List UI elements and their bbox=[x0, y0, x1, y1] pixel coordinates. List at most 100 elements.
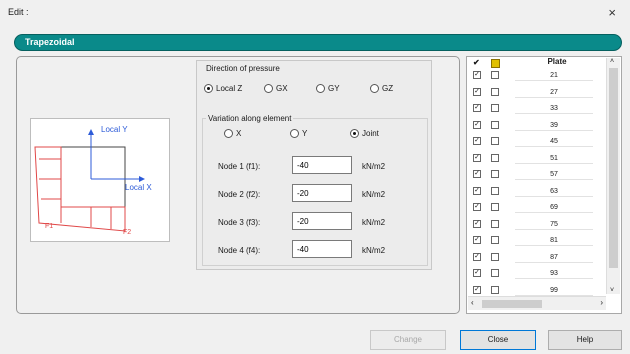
scroll-left-icon[interactable]: ‹ bbox=[471, 298, 474, 307]
radio-label: Local Z bbox=[216, 84, 243, 93]
plate-cell: 51 bbox=[515, 154, 593, 164]
row-plate-checkbox[interactable] bbox=[491, 285, 499, 294]
scroll-thumb[interactable] bbox=[609, 68, 618, 268]
plate-cell: 87 bbox=[515, 253, 593, 263]
radio-label: GY bbox=[328, 84, 340, 93]
variation-label: Variation along element bbox=[206, 114, 294, 123]
radio-dot[interactable] bbox=[204, 84, 213, 93]
plate-cell: 63 bbox=[515, 187, 593, 197]
plate-cell: 81 bbox=[515, 236, 593, 246]
table-row[interactable]: ✓ 27 bbox=[467, 87, 603, 98]
row-checkbox[interactable]: ✓ bbox=[473, 186, 481, 195]
row-plate-checkbox[interactable] bbox=[491, 104, 499, 112]
table-row[interactable]: ✓ 33 bbox=[467, 104, 603, 114]
close-icon[interactable]: × bbox=[608, 6, 616, 19]
radio-local-z[interactable]: Local Z bbox=[204, 84, 242, 93]
plate-cell: 45 bbox=[515, 137, 593, 147]
row-checkbox[interactable]: ✓ bbox=[473, 252, 481, 261]
row-plate-checkbox[interactable] bbox=[491, 186, 499, 195]
change-button[interactable]: Change bbox=[370, 330, 446, 350]
node-2-unit: kN/m2 bbox=[362, 190, 386, 199]
row-checkbox[interactable]: ✓ bbox=[473, 87, 481, 96]
plate-cell: 39 bbox=[515, 121, 593, 131]
check-column-header: ✔ bbox=[473, 58, 480, 67]
row-checkbox[interactable]: ✓ bbox=[473, 285, 481, 294]
plate-cell: 69 bbox=[515, 203, 593, 213]
radio-label: X bbox=[236, 129, 242, 138]
table-row[interactable]: ✓ 69 bbox=[467, 203, 603, 213]
vertical-scrollbar[interactable]: ˄ ˅ bbox=[606, 58, 620, 294]
row-checkbox[interactable]: ✓ bbox=[473, 137, 481, 145]
radio-dot[interactable] bbox=[370, 84, 379, 93]
row-checkbox[interactable]: ✓ bbox=[473, 104, 481, 112]
radio-gz[interactable]: GZ bbox=[370, 84, 393, 93]
radio-joint[interactable]: Joint bbox=[350, 129, 379, 138]
radio-dot[interactable] bbox=[350, 129, 359, 138]
table-row[interactable]: ✓ 93 bbox=[467, 269, 603, 279]
row-checkbox[interactable]: ✓ bbox=[473, 120, 481, 129]
row-plate-checkbox[interactable] bbox=[491, 252, 499, 261]
scroll-up-icon[interactable]: ˄ bbox=[610, 58, 614, 65]
node-2-input[interactable] bbox=[292, 184, 352, 202]
radio-x[interactable]: X bbox=[224, 129, 241, 138]
table-row[interactable]: ✓ 57 bbox=[467, 170, 603, 180]
row-checkbox[interactable]: ✓ bbox=[473, 203, 481, 211]
row-checkbox[interactable]: ✓ bbox=[473, 236, 481, 244]
radio-dot[interactable] bbox=[264, 84, 273, 93]
row-plate-checkbox[interactable] bbox=[491, 153, 499, 162]
table-row[interactable]: ✓ 21 bbox=[467, 71, 603, 81]
node-4-unit: kN/m2 bbox=[362, 246, 386, 255]
node-4-input[interactable] bbox=[292, 240, 352, 258]
radio-y[interactable]: Y bbox=[290, 129, 307, 138]
row-plate-checkbox[interactable] bbox=[491, 236, 499, 244]
row-plate-checkbox[interactable] bbox=[491, 71, 499, 79]
node-3-label: Node 3 (f3): bbox=[218, 218, 261, 227]
radio-gy[interactable]: GY bbox=[316, 84, 340, 93]
node-1-input[interactable] bbox=[292, 156, 352, 174]
help-button[interactable]: Help bbox=[548, 330, 622, 350]
row-checkbox[interactable]: ✓ bbox=[473, 269, 481, 277]
row-plate-checkbox[interactable] bbox=[491, 269, 499, 277]
row-checkbox[interactable]: ✓ bbox=[473, 153, 481, 162]
table-row[interactable]: ✓ 87 bbox=[467, 252, 603, 263]
radio-label: GX bbox=[276, 84, 288, 93]
row-checkbox[interactable]: ✓ bbox=[473, 219, 481, 228]
node-3-input[interactable] bbox=[292, 212, 352, 230]
row-checkbox[interactable]: ✓ bbox=[473, 170, 481, 178]
radio-dot[interactable] bbox=[290, 129, 299, 138]
f2-label: F2 bbox=[123, 229, 132, 236]
row-checkbox[interactable]: ✓ bbox=[473, 71, 481, 79]
table-row[interactable]: ✓ 75 bbox=[467, 219, 603, 230]
plate-cell: 33 bbox=[515, 104, 593, 114]
scroll-thumb[interactable] bbox=[482, 300, 542, 308]
row-plate-checkbox[interactable] bbox=[491, 203, 499, 211]
radio-label: Y bbox=[302, 129, 308, 138]
scroll-right-icon[interactable]: › bbox=[600, 298, 603, 307]
table-row[interactable]: ✓ 51 bbox=[467, 153, 603, 164]
row-plate-checkbox[interactable] bbox=[491, 170, 499, 178]
row-plate-checkbox[interactable] bbox=[491, 137, 499, 145]
radio-dot[interactable] bbox=[224, 129, 233, 138]
radio-gx[interactable]: GX bbox=[264, 84, 288, 93]
table-row[interactable]: ✓ 81 bbox=[467, 236, 603, 246]
node-1-unit: kN/m2 bbox=[362, 162, 386, 171]
table-row[interactable]: ✓ 63 bbox=[467, 186, 603, 197]
banner-label: Trapezoidal bbox=[25, 37, 75, 47]
plate-cell: 75 bbox=[515, 220, 593, 230]
table-row[interactable]: ✓ 39 bbox=[467, 120, 603, 131]
table-row[interactable]: ✓ 99 bbox=[467, 285, 603, 296]
plate-table: ✔ Plate ✓ 21 ✓ 27 ✓ 33 ✓ 39 ✓ 45 ✓ 51 ✓ 57 ✓ 63 ✓ 69 ✓ 75 ✓ 8… bbox=[466, 56, 622, 314]
plate-column-header: Plate bbox=[547, 57, 567, 66]
row-plate-checkbox[interactable] bbox=[491, 120, 499, 129]
row-plate-checkbox[interactable] bbox=[491, 87, 499, 96]
row-plate-checkbox[interactable] bbox=[491, 219, 499, 228]
local-y-label: Local Y bbox=[101, 125, 128, 134]
scroll-down-icon[interactable]: ˅ bbox=[610, 287, 614, 294]
plate-cell: 57 bbox=[515, 170, 593, 180]
horizontal-scrollbar[interactable]: ‹ › bbox=[468, 296, 606, 310]
close-button[interactable]: Close bbox=[460, 330, 536, 350]
load-type-banner: Trapezoidal bbox=[14, 34, 622, 51]
radio-dot[interactable] bbox=[316, 84, 325, 93]
radio-label: GZ bbox=[382, 84, 394, 93]
table-row[interactable]: ✓ 45 bbox=[467, 137, 603, 147]
